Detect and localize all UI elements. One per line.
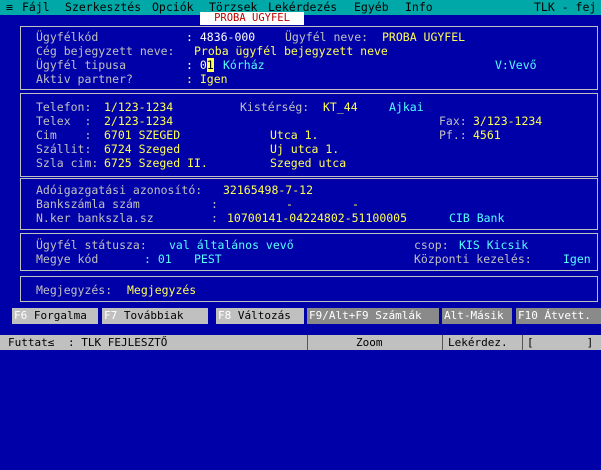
shipping-city-field[interactable]: 6724 Szeged [104, 142, 180, 157]
subregion-description: Ajkai [389, 100, 424, 114]
billing-address-label: Szla cim: [36, 156, 99, 170]
f10-atvett-button[interactable]: F10 Átvett. [516, 308, 601, 324]
customer-type-prefix: : 0 [186, 58, 207, 72]
billing-city-field[interactable]: 6725 Szeged II. [104, 156, 208, 171]
address-street-field[interactable]: Utca 1. [270, 128, 318, 143]
subregion-label: Kistérség: [240, 100, 310, 114]
app-title-right: TLK - fej [534, 0, 597, 14]
telex-field[interactable]: 2/123-1234 [104, 114, 173, 129]
menu-item-fajl[interactable]: Fájl [22, 0, 50, 15]
bank-account-label: Bankszámla szám [36, 197, 140, 211]
text-cursor: 1 [206, 58, 214, 72]
alt-m-masik-button[interactable]: Alt-Másik [442, 308, 512, 324]
telex-label: Telex : [36, 114, 92, 128]
window-title: PROBA UGYFEL [200, 12, 304, 25]
customer-type-description: Kórház [223, 58, 265, 72]
function-key-bar: F6 Forgalma F7 Továbbiak F8 Változás F9/… [0, 308, 601, 326]
county-code-field[interactable]: : 01 [144, 252, 172, 267]
shipping-street-field[interactable]: Uj utca 1. [270, 142, 339, 157]
f9-szamlak-button[interactable]: F9/Alt+F9 Számlák [307, 308, 439, 324]
central-handling-label: Központi kezelés: [414, 252, 532, 266]
f8-key: F8 [218, 309, 232, 322]
county-name: PEST [194, 252, 222, 266]
menu-item-opciok[interactable]: Opciók [152, 0, 194, 15]
status-bar: Futtat≤ : TLK FEJLESZTŐ Zoom Lekérdez. [… [0, 335, 601, 350]
run-status: Futtat≤ [8, 336, 55, 349]
notes-label: Megjegyzés: [36, 283, 113, 297]
customer-name-label: Ügyfél neve: [285, 30, 369, 44]
customer-code-label: Ügyfélkód [36, 30, 99, 44]
fax-field[interactable]: 3/123-1234 [473, 114, 542, 129]
system-menu-icon[interactable]: ≡ [6, 0, 13, 15]
subregion-field[interactable]: KT_44 [323, 100, 358, 115]
company-name-field[interactable]: Proba ügyfél bejegyzett neve [194, 44, 388, 59]
customer-code-field[interactable]: : 4836-000 [186, 30, 255, 45]
f6-key: F6 [14, 309, 28, 322]
f9-key: F9/Alt+F9 [309, 309, 369, 322]
query-indicator: Lekérdez. [448, 336, 508, 349]
phone-label: Telefon: [36, 100, 92, 114]
f8-valtozas-button[interactable]: F8 Változás [216, 308, 304, 324]
f7-tovabbiak-button[interactable]: F7 Továbbiak [102, 308, 208, 324]
county-code-label: Megye kód [36, 252, 99, 266]
f9-label: Számlák [368, 309, 422, 322]
status-bracket: [ ] [527, 336, 594, 349]
status-separator [442, 335, 443, 350]
alt-m-label: ásik [477, 309, 504, 322]
zoom-indicator: Zoom [356, 336, 383, 349]
address-label: Cim : [36, 128, 92, 142]
notes-field[interactable]: Megjegyzés [127, 283, 196, 298]
current-user: : TLK FEJLESZTŐ [68, 336, 168, 349]
customer-type-label: Ügyfél tipusa [36, 58, 127, 72]
tax-id-label: Adóigazgatási azonosító: [36, 183, 203, 197]
bank-account-dash-1: - [286, 197, 293, 211]
fax-label: Fax: [439, 114, 467, 128]
status-separator [522, 335, 523, 350]
active-partner-label: Aktiv partner? [36, 72, 133, 86]
menu-item-info[interactable]: Info [405, 0, 433, 15]
f7-key: F7 [104, 309, 118, 322]
pobox-field[interactable]: 4561 [473, 128, 501, 143]
f10-label: Átvett. [537, 309, 591, 322]
tax-id-field[interactable]: 32165498-7-12 [223, 183, 313, 198]
customer-status-field[interactable]: val általános vevő [169, 238, 294, 253]
f10-key: F10 [518, 309, 538, 322]
bank-account-colon: : [211, 197, 218, 211]
company-name-label: Cég bejegyzett neve: [36, 44, 175, 58]
billing-street-field[interactable]: Szeged utca [270, 156, 346, 171]
domestic-bank-colon: : [211, 211, 218, 225]
domestic-bank-label: N.ker bankszla.sz [36, 211, 154, 225]
buyer-type-field[interactable]: V:Vevő [495, 58, 537, 73]
customer-type-field[interactable]: : 01 [186, 58, 214, 73]
f6-forgalma-button[interactable]: F6 Forgalma [12, 308, 98, 324]
phone-field[interactable]: 1/123-1234 [104, 100, 173, 115]
domestic-bank-account-field[interactable]: 10700141-04224802-51100005 [227, 211, 407, 226]
f8-label: Változás [231, 309, 291, 322]
group-label: csop: [414, 238, 449, 252]
f7-label: Továbbiak [117, 309, 184, 322]
alt-m-key: Alt-M [444, 309, 478, 322]
menu-item-egyeb[interactable]: Egyéb [354, 0, 389, 15]
address-city-field[interactable]: 6701 SZEGED [104, 128, 180, 143]
bank-name: CIB Bank [449, 211, 505, 225]
bank-account-dash-2: - [352, 197, 359, 211]
pobox-label: Pf.: [439, 128, 467, 142]
active-partner-field[interactable]: : Igen [186, 72, 228, 87]
customer-status-label: Ügyfél státusza: [36, 238, 147, 252]
central-handling-field[interactable]: Igen [563, 252, 591, 267]
group-field[interactable]: KIS Kicsik [459, 238, 528, 253]
status-separator [307, 335, 308, 350]
f6-label: Forgalma [27, 309, 87, 322]
shipping-label: Szállit: [36, 142, 92, 156]
menu-item-szerkesztes[interactable]: Szerkesztés [65, 0, 141, 15]
customer-name-field[interactable]: PROBA UGYFEL [382, 30, 465, 45]
